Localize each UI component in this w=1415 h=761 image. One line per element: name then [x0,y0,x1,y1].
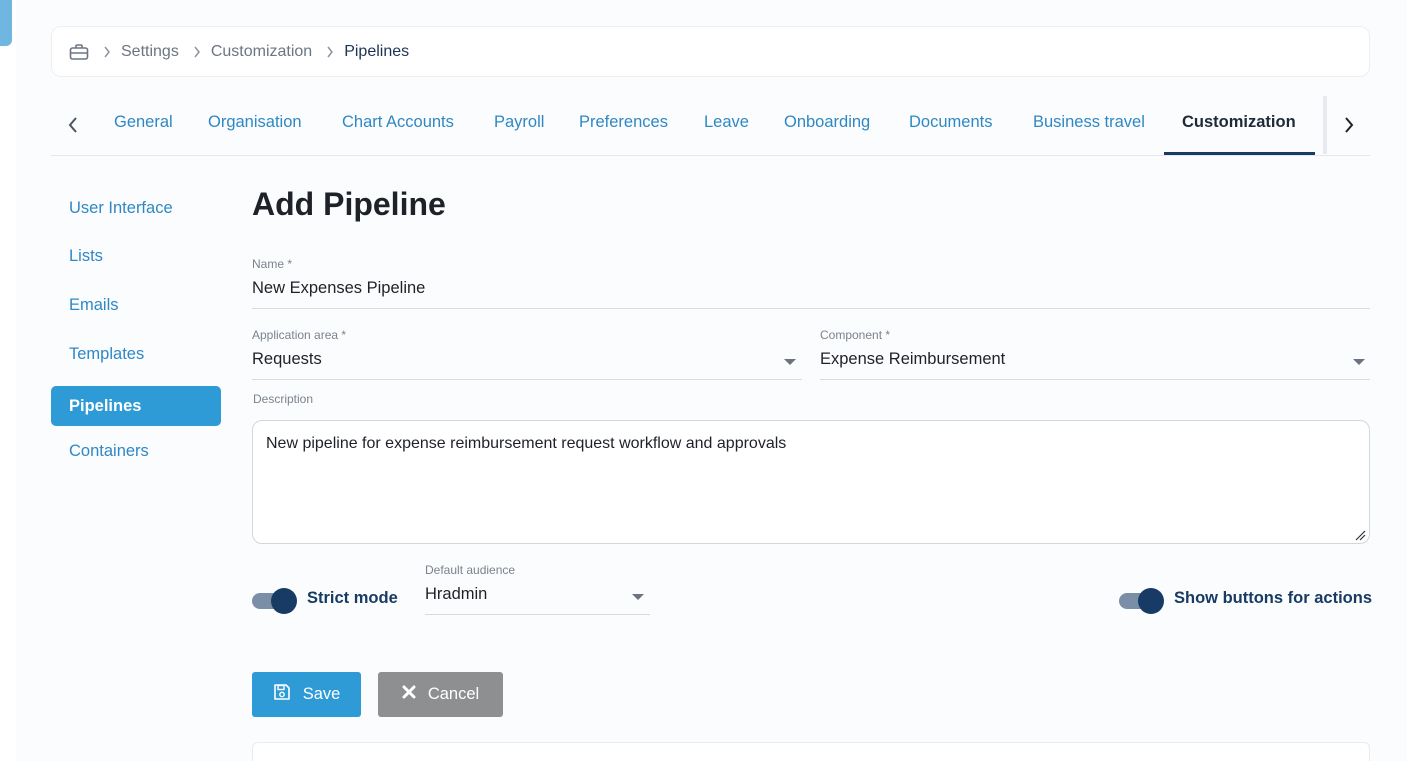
left-rail [0,0,16,761]
toggle-knob [271,588,297,614]
tab-onboarding[interactable]: Onboarding [784,113,870,132]
breadcrumb-settings[interactable]: Settings [121,43,179,61]
default-audience-label: Default audience [425,563,516,577]
briefcase-icon[interactable] [69,43,89,61]
strict-mode-toggle[interactable] [252,587,298,615]
tab-documents[interactable]: Documents [909,113,992,132]
default-audience-select[interactable]: Hradmin [425,585,487,604]
name-input[interactable]: New Expenses Pipeline [252,279,425,298]
strict-mode-label: Strict mode [307,589,398,607]
chevron-right-icon[interactable] [1334,110,1364,140]
name-label: Name * [252,257,293,271]
toggle-knob [1138,588,1164,614]
tab-organisation[interactable]: Organisation [208,113,302,132]
page-title: Add Pipeline [252,186,446,222]
chevron-right-icon [193,46,201,58]
save-label: Save [302,685,341,703]
chevron-right-icon [326,46,334,58]
active-tab-indicator [1164,152,1315,155]
right-edge [1407,0,1415,761]
tab-chart-accounts[interactable]: Chart Accounts [342,113,454,132]
component-label: Component * [820,328,891,342]
stages-panel [252,742,1370,761]
sidenav-item-label: Templates [69,344,145,363]
chevron-right-icon [103,46,111,58]
breadcrumb-pipelines: Pipelines [344,42,410,60]
sidenav-item-label: Containers [69,441,149,460]
application-area-underline [252,379,802,380]
sidenav-item-templates[interactable]: Templates [51,334,221,374]
cancel-label: Cancel [427,685,480,703]
sidenav-item-label: Pipelines [69,396,142,415]
default-audience-underline [425,614,650,615]
sidenav-item-emails[interactable]: Emails [51,285,221,325]
resize-handle-icon[interactable] [1354,528,1366,541]
component-underline [820,379,1370,380]
show-buttons-toggle[interactable] [1119,587,1165,615]
tab-scroll-divider [1323,96,1327,154]
chevron-down-icon[interactable] [784,359,796,365]
sidenav-item-label: User Interface [69,198,173,217]
description-label: Description [253,392,314,406]
sidenav-item-containers[interactable]: Containers [51,431,221,471]
chevron-down-icon[interactable] [632,594,644,600]
tab-leave[interactable]: Leave [704,113,749,132]
rail-handle[interactable] [0,0,12,46]
save-button[interactable]: Save [252,672,361,717]
breadcrumb: Settings Customization Pipelines [51,26,1370,77]
chevron-down-icon[interactable] [1353,359,1365,365]
tab-business-travel[interactable]: Business travel [1033,113,1145,132]
sidenav-item-label: Lists [69,246,103,265]
chevron-left-icon[interactable] [58,110,88,140]
application-area-select[interactable]: Requests [252,350,322,369]
settings-tabs: General Organisation Chart Accounts Payr… [51,96,1370,156]
show-buttons-label: Show buttons for actions [1174,589,1372,607]
tab-customization[interactable]: Customization [1182,113,1296,132]
save-icon [273,683,291,706]
tab-preferences[interactable]: Preferences [579,113,668,132]
sidenav-item-pipelines[interactable]: Pipelines [51,386,221,426]
sidenav-item-lists[interactable]: Lists [51,236,221,276]
component-select[interactable]: Expense Reimbursement [820,350,1005,369]
tab-payroll[interactable]: Payroll [494,113,544,132]
tab-general[interactable]: General [114,113,173,132]
breadcrumb-customization[interactable]: Customization [211,43,312,61]
sidenav-item-user-interface[interactable]: User Interface [51,188,221,228]
description-textarea[interactable]: New pipeline for expense reimbursement r… [252,420,1370,544]
sidenav-item-label: Emails [69,295,119,314]
cancel-button[interactable]: Cancel [378,672,503,717]
application-area-label: Application area * [252,328,347,342]
description-text: New pipeline for expense reimbursement r… [266,435,787,452]
close-icon [402,685,416,704]
name-underline [252,308,1370,309]
